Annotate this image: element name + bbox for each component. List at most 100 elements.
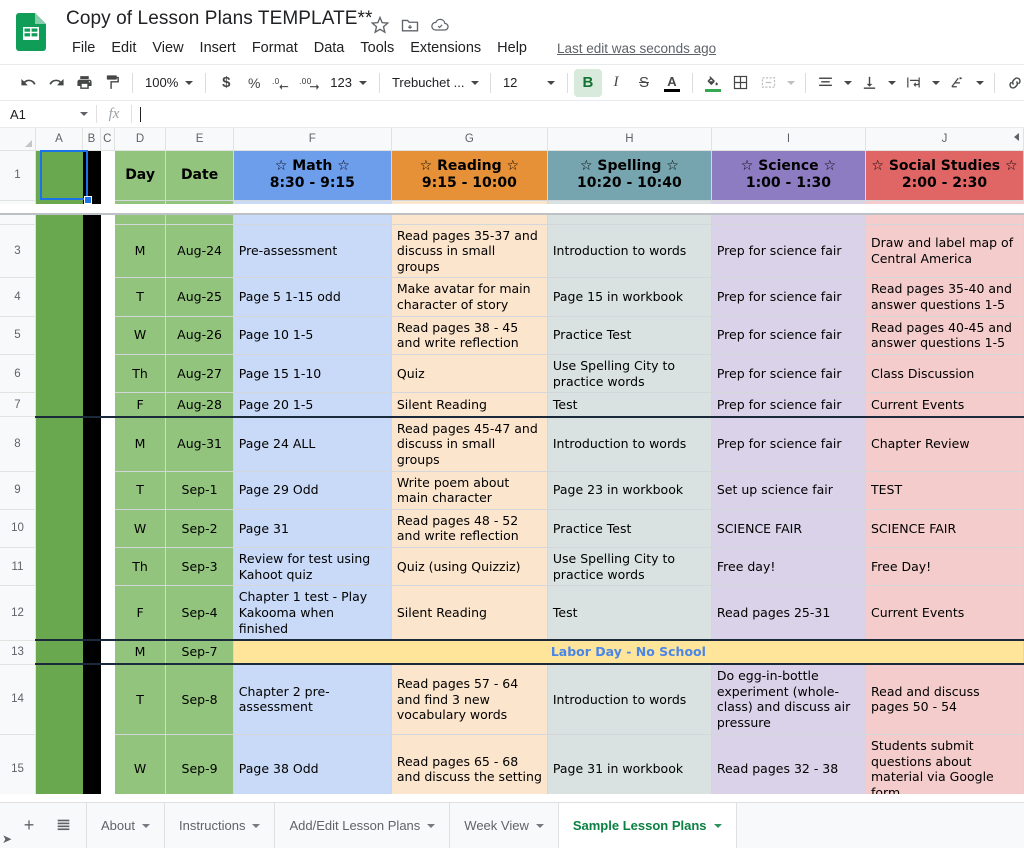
cell-social[interactable]: Current Events — [865, 585, 1024, 642]
cell-b15[interactable] — [82, 733, 101, 794]
cell-b6[interactable] — [82, 353, 101, 394]
cell-social[interactable]: SCIENCE FAIR — [865, 508, 1024, 549]
cell-f2[interactable] — [232, 199, 392, 225]
cell-math[interactable]: Chapter 1 test - Play Kakooma when finis… — [232, 585, 392, 642]
menu-item-data[interactable]: Data — [306, 38, 353, 58]
column-header-g[interactable]: G — [390, 128, 548, 151]
menu-item-insert[interactable]: Insert — [192, 38, 244, 58]
header-science[interactable]: ☆ Science ☆ 1:00 - 1:30 — [710, 149, 867, 201]
chevron-down-icon[interactable] — [141, 823, 150, 828]
cell-day[interactable]: T — [113, 663, 167, 735]
cell-b2[interactable] — [82, 199, 101, 225]
cell-b3[interactable] — [82, 223, 101, 279]
font-family-selector[interactable]: Trebuchet ... — [386, 70, 484, 96]
cell-g2[interactable] — [390, 199, 548, 225]
cell-holiday-banner[interactable]: Labor Day - No School — [232, 639, 1024, 666]
percent-format-button[interactable]: % — [240, 69, 268, 97]
horizontal-align-icon[interactable] — [812, 69, 840, 97]
cell-a15[interactable] — [34, 733, 84, 794]
cell-spelling[interactable]: Test — [546, 585, 712, 642]
vertical-align-icon[interactable] — [856, 69, 884, 97]
cell-c7[interactable] — [99, 392, 115, 418]
merge-cells-icon[interactable] — [755, 69, 783, 97]
more-formats-button[interactable]: 123 — [324, 70, 373, 96]
cell-math[interactable]: Review for test using Kahoot quiz — [232, 546, 392, 587]
font-size-selector[interactable]: 12 — [497, 70, 561, 96]
cell-a13[interactable] — [34, 639, 84, 666]
cell-reading[interactable]: Quiz — [390, 353, 548, 394]
cell-c15[interactable] — [99, 733, 115, 794]
cell-h2[interactable] — [546, 199, 712, 225]
cell-a11[interactable] — [34, 546, 84, 587]
italic-button[interactable]: I — [602, 69, 630, 97]
redo-icon[interactable] — [42, 69, 70, 97]
formula-input[interactable] — [132, 101, 1024, 127]
menu-item-file[interactable]: File — [64, 38, 103, 58]
cell-spelling[interactable]: Practice Test — [546, 315, 712, 355]
cell-social[interactable]: Read and discuss pages 50 - 54 — [865, 663, 1024, 735]
undo-icon[interactable] — [14, 69, 42, 97]
cell-reading[interactable]: Make avatar for main character of story — [390, 277, 548, 317]
chevron-down-icon[interactable] — [252, 823, 261, 828]
cell-spelling[interactable]: Page 15 in workbook — [546, 277, 712, 317]
cell-c6[interactable] — [99, 353, 115, 394]
cell-b1[interactable] — [82, 149, 101, 201]
cell-c2[interactable] — [99, 199, 115, 225]
cell-date[interactable]: Aug-26 — [165, 315, 234, 355]
column-header-c[interactable]: C — [99, 128, 115, 151]
text-wrapping-icon[interactable] — [900, 69, 928, 97]
column-header-b[interactable]: B — [82, 128, 101, 151]
cell-math[interactable]: Pre-assessment — [232, 223, 392, 279]
cell-science[interactable]: Prep for science fair — [710, 392, 867, 418]
cell-math[interactable]: Page 5 1-15 odd — [232, 277, 392, 317]
cell-c14[interactable] — [99, 663, 115, 735]
text-wrapping-dropdown[interactable] — [928, 69, 944, 97]
row-header-12[interactable]: 12 — [0, 585, 36, 641]
text-color-button[interactable]: A — [658, 69, 686, 97]
row-header-15[interactable]: 15 — [0, 733, 36, 794]
cell-science[interactable]: Set up science fair — [710, 470, 867, 510]
cell-reading[interactable]: Read pages 38 - 45 and write reflection — [390, 315, 548, 355]
strikethrough-button[interactable]: S — [630, 69, 658, 97]
cell-b8[interactable] — [82, 416, 101, 472]
collapse-left-icon[interactable] — [1014, 133, 1019, 141]
cell-social[interactable]: Draw and label map of Central America — [865, 223, 1024, 279]
cell-reading[interactable]: Read pages 35-37 and discuss in small gr… — [390, 223, 548, 279]
merge-cells-dropdown[interactable] — [783, 69, 799, 97]
cell-b5[interactable] — [82, 315, 101, 355]
row-header-11[interactable]: 11 — [0, 546, 36, 587]
cell-c11[interactable] — [99, 546, 115, 587]
cell-a14[interactable] — [34, 663, 84, 735]
cell-social[interactable]: Free Day! — [865, 546, 1024, 587]
fill-color-icon[interactable] — [699, 69, 727, 97]
cell-date[interactable]: Sep-9 — [165, 733, 234, 794]
cell-social[interactable]: Students submit questions about material… — [865, 733, 1024, 794]
cell-b11[interactable] — [82, 546, 101, 587]
header-reading[interactable]: ☆ Reading ☆ 9:15 - 10:00 — [390, 149, 548, 201]
bold-button[interactable]: B — [573, 68, 602, 97]
column-header-f[interactable]: F — [232, 128, 392, 151]
cell-math[interactable]: Page 15 1-10 — [232, 353, 392, 394]
cell-day[interactable]: W — [113, 315, 167, 355]
cell-math[interactable]: Page 31 — [232, 508, 392, 549]
sheet-tab-sample-lesson-plans[interactable]: Sample Lesson Plans — [558, 803, 737, 848]
cell-c3[interactable] — [99, 223, 115, 279]
cell-reading[interactable]: Quiz (using Quizziz) — [390, 546, 548, 587]
cell-c10[interactable] — [99, 508, 115, 549]
horizontal-align-dropdown[interactable] — [840, 69, 856, 97]
cell-date[interactable]: Sep-1 — [165, 470, 234, 510]
header-math[interactable]: ☆ Math ☆ 8:30 - 9:15 — [232, 149, 392, 201]
cell-a9[interactable] — [34, 470, 84, 510]
name-box[interactable]: A1 — [0, 101, 96, 127]
cell-date[interactable]: Sep-8 — [165, 663, 234, 735]
cell-science[interactable]: Prep for science fair — [710, 315, 867, 355]
column-header-j[interactable]: J — [865, 128, 1024, 151]
sheet-tab-add-edit-lesson-plans[interactable]: Add/Edit Lesson Plans — [275, 803, 451, 848]
cell-c12[interactable] — [99, 585, 115, 642]
row-header-5[interactable]: 5 — [0, 315, 36, 355]
cell-date[interactable]: Sep-3 — [165, 546, 234, 587]
menu-item-edit[interactable]: Edit — [103, 38, 144, 58]
cell-science[interactable]: Prep for science fair — [710, 223, 867, 279]
text-rotation-icon[interactable] — [944, 69, 972, 97]
row-header-3[interactable]: 3 — [0, 223, 36, 279]
